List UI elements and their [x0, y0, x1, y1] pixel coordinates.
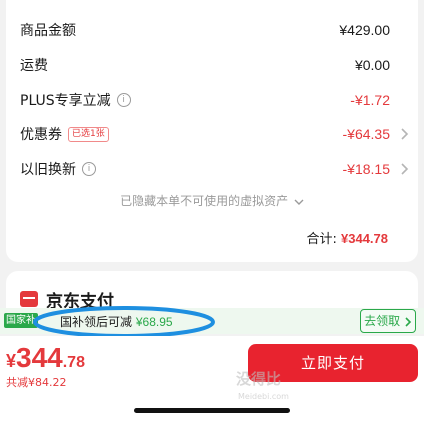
plus-discount-value: -¥1.72	[350, 92, 390, 108]
plus-discount-label: PLUS专享立减	[20, 93, 111, 109]
coupon-value: -¥64.35	[342, 126, 390, 142]
chevron-right-icon[interactable]	[396, 161, 412, 177]
row-coupon[interactable]: 优惠券 已选1张 -¥64.35	[20, 122, 409, 146]
total-saved: 共减¥84.22	[6, 376, 67, 389]
home-indicator[interactable]	[134, 408, 290, 413]
trade-in-value: -¥18.15	[342, 161, 390, 177]
chevron-right-icon[interactable]	[396, 126, 412, 142]
order-summary-card: 商品金额 ¥429.00 运费 ¥0.00 PLUS专享立减 i -¥1.72 …	[6, 0, 418, 262]
row-plus-discount: PLUS专享立减 i -¥1.72	[20, 88, 390, 112]
coupon-label: 优惠券	[20, 127, 62, 143]
highlight-circle-annotation	[33, 306, 215, 338]
info-icon[interactable]: i	[82, 162, 96, 176]
info-icon[interactable]: i	[116, 93, 131, 107]
chevron-down-icon	[294, 199, 304, 205]
watermark-logo: 没得比	[236, 370, 282, 388]
row-trade-in[interactable]: 以旧换新 i -¥18.15	[20, 157, 409, 181]
shipping-label: 运费	[20, 58, 48, 74]
claim-subsidy-button[interactable]: 去领取	[360, 309, 416, 333]
order-total: 合计: ¥344.78	[306, 228, 388, 247]
goods-amount-value: ¥429.00	[339, 22, 390, 38]
watermark-site: Meidebi.com	[238, 392, 289, 401]
final-price: ¥344.78	[6, 342, 85, 373]
chevron-right-icon	[405, 316, 412, 327]
total-label: 合计:	[306, 232, 337, 247]
row-goods-amount: 商品金额 ¥429.00	[20, 18, 390, 42]
coupon-selected-tag: 已选1张	[68, 126, 109, 142]
shipping-value: ¥0.00	[354, 57, 390, 73]
row-shipping: 运费 ¥0.00	[20, 53, 390, 77]
goods-amount-label: 商品金额	[20, 23, 76, 39]
total-value: ¥344.78	[341, 231, 388, 246]
hidden-assets-note[interactable]: 已隐藏本单不可使用的虚拟资产	[6, 192, 418, 209]
trade-in-label: 以旧换新	[20, 162, 76, 178]
